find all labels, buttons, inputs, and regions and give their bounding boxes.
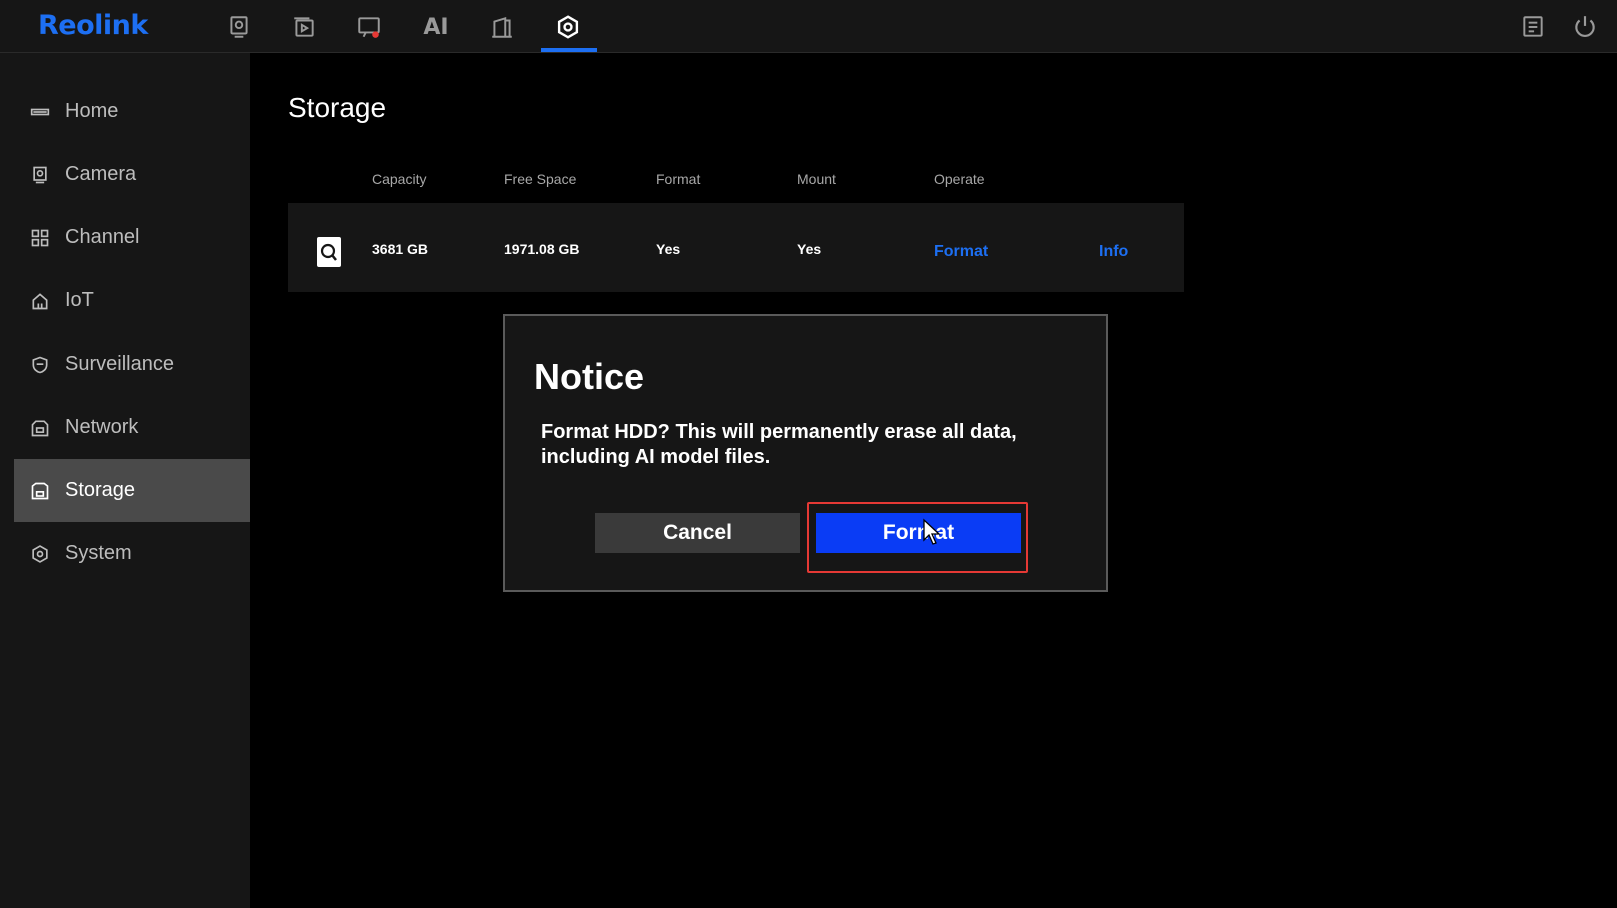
hdd-search-icon <box>317 237 341 267</box>
grid-icon <box>29 227 51 249</box>
storage-icon <box>29 480 51 502</box>
sidebar: Home Camera Channel IoT Surveillance Net… <box>0 53 250 908</box>
highlight-box <box>807 502 1028 573</box>
sidebar-item-label: Home <box>65 100 119 122</box>
sidebar-item-camera[interactable]: Camera <box>14 143 250 206</box>
ai-label: AI <box>423 14 449 40</box>
system-gear-icon <box>29 543 51 565</box>
sidebar-item-system[interactable]: System <box>14 522 250 585</box>
sidebar-item-label: Camera <box>65 163 137 185</box>
sidebar-item-label: Channel <box>65 226 140 248</box>
sidebar-item-surveillance[interactable]: Surveillance <box>14 333 250 396</box>
camera-icon <box>29 164 51 186</box>
shield-icon <box>29 354 51 376</box>
sidebar-item-home[interactable]: Home <box>14 80 250 143</box>
sidebar-item-storage[interactable]: Storage <box>14 459 250 522</box>
dialog-message: Format HDD? This will permanently erase … <box>541 421 1017 468</box>
column-header-free-space: Free Space <box>504 171 577 187</box>
monitor-camera-icon[interactable] <box>222 10 256 44</box>
column-header-operate: Operate <box>934 171 985 187</box>
playback-icon[interactable] <box>287 10 321 44</box>
format-link[interactable]: Format <box>934 243 988 261</box>
disk-mount-status: Yes <box>797 241 822 257</box>
disk-format-status: Yes <box>656 241 681 257</box>
column-header-format: Format <box>656 171 701 187</box>
top-bar: Reolink AI <box>0 0 1617 53</box>
sidebar-item-label: IoT <box>65 289 94 311</box>
cancel-button[interactable]: Cancel <box>595 513 800 553</box>
sidebar-item-iot[interactable]: IoT <box>14 269 250 332</box>
sidebar-item-label: Surveillance <box>65 353 174 375</box>
sidebar-item-network[interactable]: Network <box>14 396 250 459</box>
table-row: 3681 GB 1971.08 GB Yes Yes Format Info <box>288 203 1184 292</box>
column-header-mount: Mount <box>797 171 836 187</box>
page-title: Storage <box>288 92 387 123</box>
ai-icon[interactable]: AI <box>419 10 453 44</box>
power-icon[interactable] <box>1568 10 1602 44</box>
disk-capacity: 3681 GB <box>372 241 429 257</box>
reolink-logo: Reolink <box>38 10 148 41</box>
message-icon[interactable] <box>1516 10 1550 44</box>
mouse-cursor-icon <box>923 518 941 545</box>
notice-dialog: Notice Format HDD? This will permanently… <box>503 314 1108 592</box>
network-icon <box>29 417 51 439</box>
settings-icon[interactable] <box>551 10 585 44</box>
home-icon <box>29 101 51 123</box>
iot-home-icon <box>29 290 51 312</box>
dialog-title: Notice <box>534 356 645 397</box>
sidebar-item-label: Network <box>65 416 139 438</box>
info-link[interactable]: Info <box>1099 243 1128 261</box>
device-icon[interactable] <box>485 10 519 44</box>
column-header-capacity: Capacity <box>372 171 427 187</box>
sidebar-item-channel[interactable]: Channel <box>14 206 250 269</box>
disk-free-space: 1971.08 GB <box>504 241 580 257</box>
camera-alert-icon[interactable] <box>352 10 386 44</box>
sidebar-item-label: Storage <box>65 479 136 501</box>
sidebar-item-label: System <box>65 542 132 564</box>
active-tab-indicator <box>541 48 597 52</box>
